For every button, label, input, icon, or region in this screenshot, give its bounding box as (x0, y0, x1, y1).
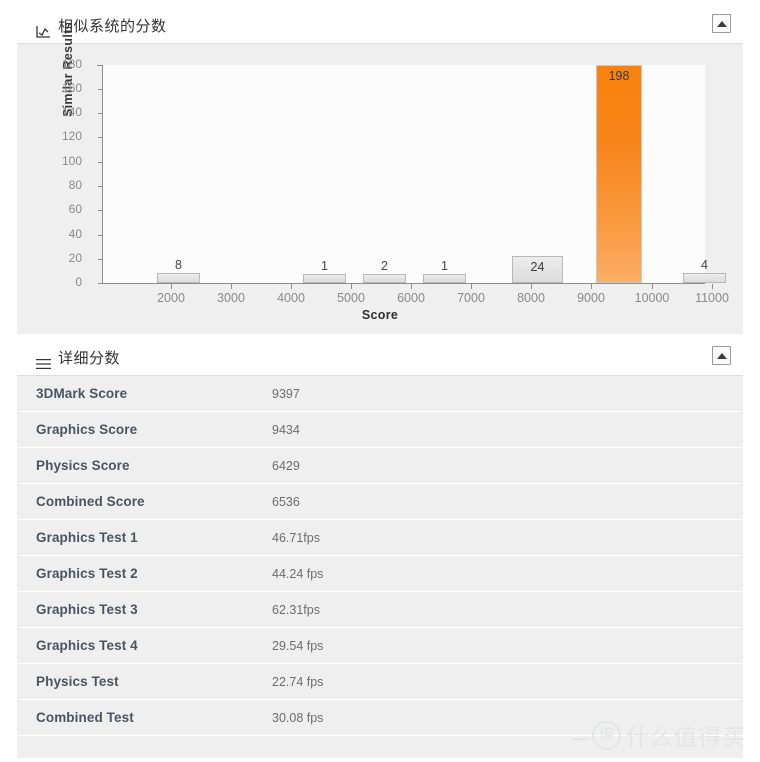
table-row: Physics Score 6429 (17, 448, 743, 484)
detailed-scores-panel: 详细分数 3DMark Score 9397 Graphics Score 9434 P… (17, 338, 743, 759)
screenshot-root: 相似系统的分数 Similar Results 0 20 40 60 80 100 120 1… (0, 0, 760, 762)
row-label: Combined Score (36, 494, 145, 509)
row-label: Graphics Test 2 (36, 566, 138, 581)
x-tick-mark (652, 284, 653, 289)
x-tick-mark (351, 284, 352, 289)
bar-value-label: 24 (530, 260, 545, 274)
y-tick-label: 20 (68, 251, 82, 265)
x-tick-label: 2000 (157, 291, 185, 305)
row-value: 30.08 fps (272, 711, 324, 725)
x-tick-label: 11000 (695, 291, 729, 305)
line-chart-icon (36, 25, 51, 39)
bar-value-label: 2 (381, 259, 388, 273)
row-label: Graphics Test 3 (36, 602, 138, 617)
details-panel-title-text: 详细分数 (58, 349, 121, 367)
y-tick-label: 140 (61, 105, 82, 119)
table-row: Graphics Score 9434 (17, 412, 743, 448)
detailed-scores-panel-header: 详细分数 (17, 338, 743, 376)
x-tick-label: 3000 (217, 291, 245, 305)
bar-series: 8 1 2 1 24 198 4 (86, 65, 726, 283)
y-tick-label: 120 (61, 129, 82, 143)
chevron-up-icon (716, 20, 727, 27)
x-tick-mark (531, 284, 532, 289)
row-label: Combined Test (36, 710, 134, 725)
table-row: Combined Score 6536 (17, 484, 743, 520)
x-tick-mark (291, 284, 292, 289)
detail-rows-list: 3DMark Score 9397 Graphics Score 9434 Physic… (17, 376, 743, 759)
bar[interactable]: 1 (303, 259, 346, 283)
chart-canvas: Similar Results 0 20 40 60 80 100 120 140 160 180… (17, 22, 743, 334)
chevron-up-icon (716, 352, 727, 359)
table-row: Graphics Test 3 62.31fps (17, 592, 743, 628)
bar-value-label: 198 (608, 69, 630, 83)
bar-value-label: 1 (441, 259, 448, 273)
table-row: Graphics Test 4 29.54 fps (17, 628, 743, 664)
row-value: 22.74 fps (272, 675, 324, 689)
table-row: Physics Test 22.74 fps (17, 664, 743, 700)
y-tick-label: 180 (61, 57, 82, 71)
bar-highlighted[interactable]: 198 (596, 65, 642, 283)
y-tick-mark (98, 283, 103, 284)
bar-value-label: 1 (321, 259, 328, 273)
bar[interactable]: 24 (512, 256, 563, 283)
row-value: 62.31fps (272, 603, 320, 617)
bar[interactable]: 4 (683, 258, 726, 283)
bar[interactable]: 2 (363, 259, 406, 283)
row-label: 3DMark Score (36, 386, 128, 401)
x-tick-mark (231, 284, 232, 289)
row-value: 6429 (272, 459, 300, 473)
table-row: Graphics Test 2 44.24 fps (17, 556, 743, 592)
row-value: 6536 (272, 495, 300, 509)
x-tick-label: 10000 (634, 291, 670, 305)
y-tick-label: 60 (68, 202, 82, 216)
y-tick-label: 40 (68, 227, 82, 241)
table-row: 3DMark Score 9397 (17, 376, 743, 412)
similar-results-panel: 相似系统的分数 Similar Results 0 20 40 60 80 100 120 1… (17, 6, 743, 334)
bar-value-label: 4 (701, 258, 708, 272)
row-value: 9397 (272, 387, 300, 401)
bar[interactable]: 8 (157, 258, 200, 283)
x-tick-label: 6000 (397, 291, 425, 305)
x-tick-label: 8000 (517, 291, 545, 305)
y-tick-label: 0 (75, 275, 82, 289)
plot-wrapper: Similar Results 0 20 40 60 80 100 120 140 160 180… (61, 22, 729, 305)
row-label: Physics Test (36, 674, 119, 689)
y-tick-label: 80 (68, 178, 82, 192)
x-tick-mark (171, 284, 172, 289)
row-label: Graphics Test 4 (36, 638, 138, 653)
y-tick-label: 160 (61, 81, 82, 95)
similar-results-panel-header: 相似系统的分数 (17, 6, 743, 44)
row-value: 9434 (272, 423, 300, 437)
x-tick-mark (411, 284, 412, 289)
row-value: 29.54 fps (272, 639, 324, 653)
bar[interactable]: 1 (423, 259, 466, 283)
x-tick-label: 7000 (457, 291, 485, 305)
row-label: Graphics Test 1 (36, 530, 138, 545)
x-axis-line (102, 283, 705, 284)
x-tick-label: 5000 (337, 291, 365, 305)
y-tick-label: 100 (61, 154, 82, 168)
hamburger-icon (36, 357, 51, 371)
x-tick-label: 9000 (577, 291, 605, 305)
table-row-empty (17, 736, 743, 759)
x-tick-label: 4000 (277, 291, 305, 305)
table-row: Combined Test 30.08 fps (17, 700, 743, 736)
table-row: Graphics Test 1 46.71fps (17, 520, 743, 556)
x-axis-label: Score (361, 308, 399, 322)
x-tick-mark (591, 284, 592, 289)
row-label: Physics Score (36, 458, 130, 473)
x-tick-mark (471, 284, 472, 289)
bar-value-label: 8 (175, 258, 182, 272)
details-panel-collapse-button[interactable] (712, 346, 731, 365)
row-value: 46.71fps (272, 531, 320, 545)
row-label: Graphics Score (36, 422, 138, 437)
x-tick-mark (712, 284, 713, 289)
chart-panel-collapse-button[interactable] (712, 14, 731, 33)
row-value: 44.24 fps (272, 567, 324, 581)
watermark-dash (572, 738, 590, 740)
